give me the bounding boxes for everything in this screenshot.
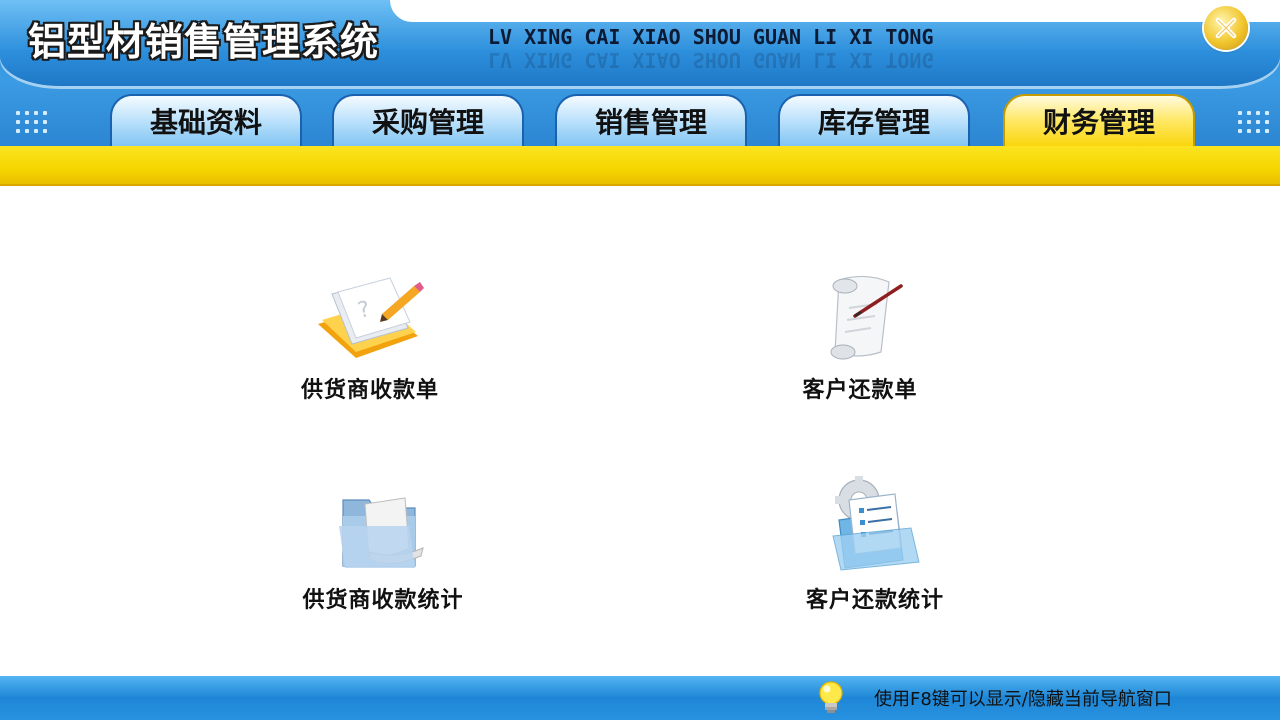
header-bar: 铝型材销售管理系统 LV XING CAI XIAO SHOU GUAN LI … (0, 0, 1280, 147)
tab-purchase[interactable]: 采购管理 (332, 94, 524, 147)
tile-label: 供货商收款单 (300, 378, 439, 403)
notebook-pencil-icon: ? (318, 277, 424, 358)
tile-label: 客户还款统计 (805, 588, 944, 613)
scroll-pen-icon (830, 275, 903, 360)
title-notch (390, 0, 1280, 22)
lightbulb-icon (819, 681, 843, 713)
tab-sales[interactable]: 销售管理 (555, 94, 747, 147)
app-pinyin-reflection: LV XING CAI XIAO SHOU GUAN LI XI TONG (488, 48, 934, 72)
decor-dots-left (16, 111, 56, 135)
tab-underline-band (0, 146, 1280, 186)
report-gear-icon (832, 476, 920, 571)
decor-dots-right (1238, 111, 1278, 135)
folder-document-icon (339, 497, 424, 568)
tile-label: 客户还款单 (802, 378, 918, 403)
close-icon (1215, 17, 1237, 39)
tile-supplier-receipt-stats[interactable]: 供货商收款统计 (278, 486, 488, 614)
tab-inventory[interactable]: 库存管理 (778, 94, 970, 147)
tile-supplier-receipt[interactable]: ? 供货商收款单 (270, 272, 470, 404)
tile-customer-repayment[interactable]: 客户还款单 (760, 268, 960, 404)
footer-hint-text: 使用F8键可以显示/隐藏当前导航窗口 (874, 689, 1172, 710)
tile-label: 供货商收款统计 (302, 588, 464, 613)
close-button[interactable] (1204, 6, 1248, 50)
tile-customer-repayment-stats[interactable]: 客户还款统计 (780, 470, 970, 614)
tab-basic-data[interactable]: 基础资料 (110, 94, 302, 147)
status-bar: 使用F8键可以显示/隐藏当前导航窗口 (0, 676, 1280, 720)
app-title: 铝型材销售管理系统 (28, 20, 380, 64)
tab-finance[interactable]: 财务管理 (1003, 94, 1195, 147)
